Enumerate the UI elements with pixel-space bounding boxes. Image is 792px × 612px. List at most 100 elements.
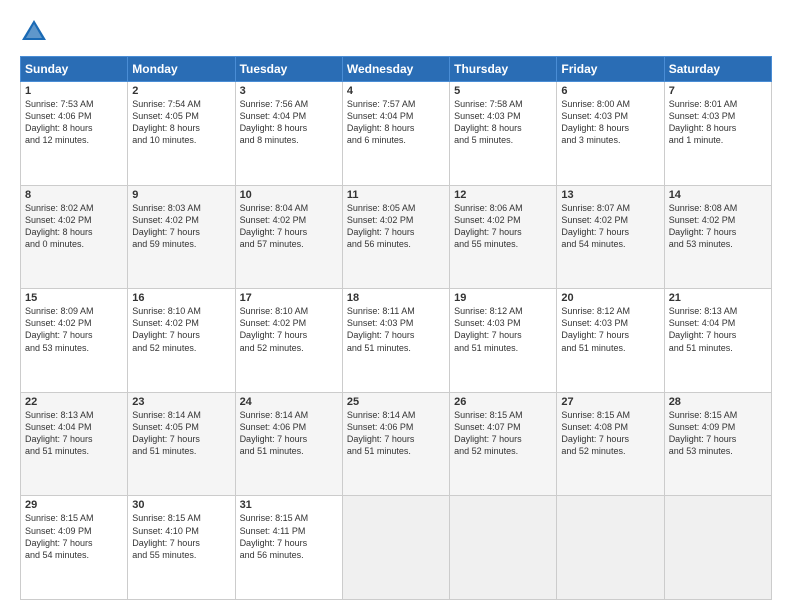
day-number: 27 [561, 396, 659, 408]
calendar-cell: 18Sunrise: 8:11 AM Sunset: 4:03 PM Dayli… [342, 289, 449, 393]
calendar-cell: 31Sunrise: 8:15 AM Sunset: 4:11 PM Dayli… [235, 496, 342, 600]
calendar-cell: 16Sunrise: 8:10 AM Sunset: 4:02 PM Dayli… [128, 289, 235, 393]
cell-info: Sunrise: 8:09 AM Sunset: 4:02 PM Dayligh… [25, 305, 123, 354]
day-number: 23 [132, 396, 230, 408]
calendar-cell: 26Sunrise: 8:15 AM Sunset: 4:07 PM Dayli… [450, 392, 557, 496]
calendar-cell: 27Sunrise: 8:15 AM Sunset: 4:08 PM Dayli… [557, 392, 664, 496]
calendar-cell: 7Sunrise: 8:01 AM Sunset: 4:03 PM Daylig… [664, 82, 771, 186]
calendar-cell: 23Sunrise: 8:14 AM Sunset: 4:05 PM Dayli… [128, 392, 235, 496]
cell-info: Sunrise: 8:12 AM Sunset: 4:03 PM Dayligh… [454, 305, 552, 354]
calendar-week-row: 1Sunrise: 7:53 AM Sunset: 4:06 PM Daylig… [21, 82, 772, 186]
calendar-cell: 13Sunrise: 8:07 AM Sunset: 4:02 PM Dayli… [557, 185, 664, 289]
calendar-header-monday: Monday [128, 57, 235, 82]
day-number: 29 [25, 499, 123, 511]
cell-info: Sunrise: 8:15 AM Sunset: 4:09 PM Dayligh… [669, 409, 767, 458]
cell-info: Sunrise: 8:05 AM Sunset: 4:02 PM Dayligh… [347, 202, 445, 251]
calendar-cell: 1Sunrise: 7:53 AM Sunset: 4:06 PM Daylig… [21, 82, 128, 186]
cell-info: Sunrise: 8:12 AM Sunset: 4:03 PM Dayligh… [561, 305, 659, 354]
cell-info: Sunrise: 8:13 AM Sunset: 4:04 PM Dayligh… [669, 305, 767, 354]
calendar-header-row: SundayMondayTuesdayWednesdayThursdayFrid… [21, 57, 772, 82]
day-number: 25 [347, 396, 445, 408]
calendar-header-saturday: Saturday [664, 57, 771, 82]
cell-info: Sunrise: 7:57 AM Sunset: 4:04 PM Dayligh… [347, 98, 445, 147]
calendar-cell: 17Sunrise: 8:10 AM Sunset: 4:02 PM Dayli… [235, 289, 342, 393]
calendar-week-row: 15Sunrise: 8:09 AM Sunset: 4:02 PM Dayli… [21, 289, 772, 393]
calendar-cell [450, 496, 557, 600]
calendar-week-row: 8Sunrise: 8:02 AM Sunset: 4:02 PM Daylig… [21, 185, 772, 289]
cell-info: Sunrise: 8:13 AM Sunset: 4:04 PM Dayligh… [25, 409, 123, 458]
cell-info: Sunrise: 8:07 AM Sunset: 4:02 PM Dayligh… [561, 202, 659, 251]
cell-info: Sunrise: 8:03 AM Sunset: 4:02 PM Dayligh… [132, 202, 230, 251]
logo [20, 18, 52, 46]
calendar-header-friday: Friday [557, 57, 664, 82]
cell-info: Sunrise: 8:06 AM Sunset: 4:02 PM Dayligh… [454, 202, 552, 251]
day-number: 3 [240, 85, 338, 97]
day-number: 22 [25, 396, 123, 408]
cell-info: Sunrise: 8:10 AM Sunset: 4:02 PM Dayligh… [132, 305, 230, 354]
page: SundayMondayTuesdayWednesdayThursdayFrid… [0, 0, 792, 612]
day-number: 20 [561, 292, 659, 304]
day-number: 31 [240, 499, 338, 511]
day-number: 28 [669, 396, 767, 408]
calendar-cell: 19Sunrise: 8:12 AM Sunset: 4:03 PM Dayli… [450, 289, 557, 393]
cell-info: Sunrise: 8:15 AM Sunset: 4:09 PM Dayligh… [25, 512, 123, 561]
calendar-cell: 3Sunrise: 7:56 AM Sunset: 4:04 PM Daylig… [235, 82, 342, 186]
day-number: 10 [240, 189, 338, 201]
calendar-cell: 12Sunrise: 8:06 AM Sunset: 4:02 PM Dayli… [450, 185, 557, 289]
day-number: 30 [132, 499, 230, 511]
day-number: 15 [25, 292, 123, 304]
day-number: 6 [561, 85, 659, 97]
cell-info: Sunrise: 8:10 AM Sunset: 4:02 PM Dayligh… [240, 305, 338, 354]
cell-info: Sunrise: 8:02 AM Sunset: 4:02 PM Dayligh… [25, 202, 123, 251]
calendar-cell: 29Sunrise: 8:15 AM Sunset: 4:09 PM Dayli… [21, 496, 128, 600]
calendar-cell: 11Sunrise: 8:05 AM Sunset: 4:02 PM Dayli… [342, 185, 449, 289]
calendar-week-row: 29Sunrise: 8:15 AM Sunset: 4:09 PM Dayli… [21, 496, 772, 600]
calendar-table: SundayMondayTuesdayWednesdayThursdayFrid… [20, 56, 772, 600]
calendar-cell [664, 496, 771, 600]
calendar-cell: 8Sunrise: 8:02 AM Sunset: 4:02 PM Daylig… [21, 185, 128, 289]
calendar-cell [342, 496, 449, 600]
day-number: 8 [25, 189, 123, 201]
cell-info: Sunrise: 8:14 AM Sunset: 4:06 PM Dayligh… [240, 409, 338, 458]
cell-info: Sunrise: 8:15 AM Sunset: 4:07 PM Dayligh… [454, 409, 552, 458]
day-number: 7 [669, 85, 767, 97]
calendar-cell: 28Sunrise: 8:15 AM Sunset: 4:09 PM Dayli… [664, 392, 771, 496]
calendar-cell: 5Sunrise: 7:58 AM Sunset: 4:03 PM Daylig… [450, 82, 557, 186]
calendar-cell: 24Sunrise: 8:14 AM Sunset: 4:06 PM Dayli… [235, 392, 342, 496]
day-number: 13 [561, 189, 659, 201]
cell-info: Sunrise: 7:53 AM Sunset: 4:06 PM Dayligh… [25, 98, 123, 147]
day-number: 16 [132, 292, 230, 304]
calendar-cell: 21Sunrise: 8:13 AM Sunset: 4:04 PM Dayli… [664, 289, 771, 393]
cell-info: Sunrise: 8:14 AM Sunset: 4:06 PM Dayligh… [347, 409, 445, 458]
calendar-header-wednesday: Wednesday [342, 57, 449, 82]
cell-info: Sunrise: 8:14 AM Sunset: 4:05 PM Dayligh… [132, 409, 230, 458]
calendar-cell: 20Sunrise: 8:12 AM Sunset: 4:03 PM Dayli… [557, 289, 664, 393]
cell-info: Sunrise: 8:15 AM Sunset: 4:10 PM Dayligh… [132, 512, 230, 561]
day-number: 4 [347, 85, 445, 97]
calendar-cell: 14Sunrise: 8:08 AM Sunset: 4:02 PM Dayli… [664, 185, 771, 289]
calendar-header-tuesday: Tuesday [235, 57, 342, 82]
cell-info: Sunrise: 8:04 AM Sunset: 4:02 PM Dayligh… [240, 202, 338, 251]
calendar-cell: 9Sunrise: 8:03 AM Sunset: 4:02 PM Daylig… [128, 185, 235, 289]
calendar-cell [557, 496, 664, 600]
day-number: 18 [347, 292, 445, 304]
day-number: 17 [240, 292, 338, 304]
day-number: 2 [132, 85, 230, 97]
cell-info: Sunrise: 7:56 AM Sunset: 4:04 PM Dayligh… [240, 98, 338, 147]
day-number: 11 [347, 189, 445, 201]
cell-info: Sunrise: 8:01 AM Sunset: 4:03 PM Dayligh… [669, 98, 767, 147]
calendar-week-row: 22Sunrise: 8:13 AM Sunset: 4:04 PM Dayli… [21, 392, 772, 496]
calendar-cell: 22Sunrise: 8:13 AM Sunset: 4:04 PM Dayli… [21, 392, 128, 496]
cell-info: Sunrise: 7:58 AM Sunset: 4:03 PM Dayligh… [454, 98, 552, 147]
day-number: 9 [132, 189, 230, 201]
calendar-cell: 25Sunrise: 8:14 AM Sunset: 4:06 PM Dayli… [342, 392, 449, 496]
calendar-header-sunday: Sunday [21, 57, 128, 82]
calendar-cell: 15Sunrise: 8:09 AM Sunset: 4:02 PM Dayli… [21, 289, 128, 393]
cell-info: Sunrise: 8:15 AM Sunset: 4:08 PM Dayligh… [561, 409, 659, 458]
day-number: 12 [454, 189, 552, 201]
day-number: 1 [25, 85, 123, 97]
calendar-cell: 6Sunrise: 8:00 AM Sunset: 4:03 PM Daylig… [557, 82, 664, 186]
day-number: 5 [454, 85, 552, 97]
calendar-cell: 30Sunrise: 8:15 AM Sunset: 4:10 PM Dayli… [128, 496, 235, 600]
cell-info: Sunrise: 8:08 AM Sunset: 4:02 PM Dayligh… [669, 202, 767, 251]
